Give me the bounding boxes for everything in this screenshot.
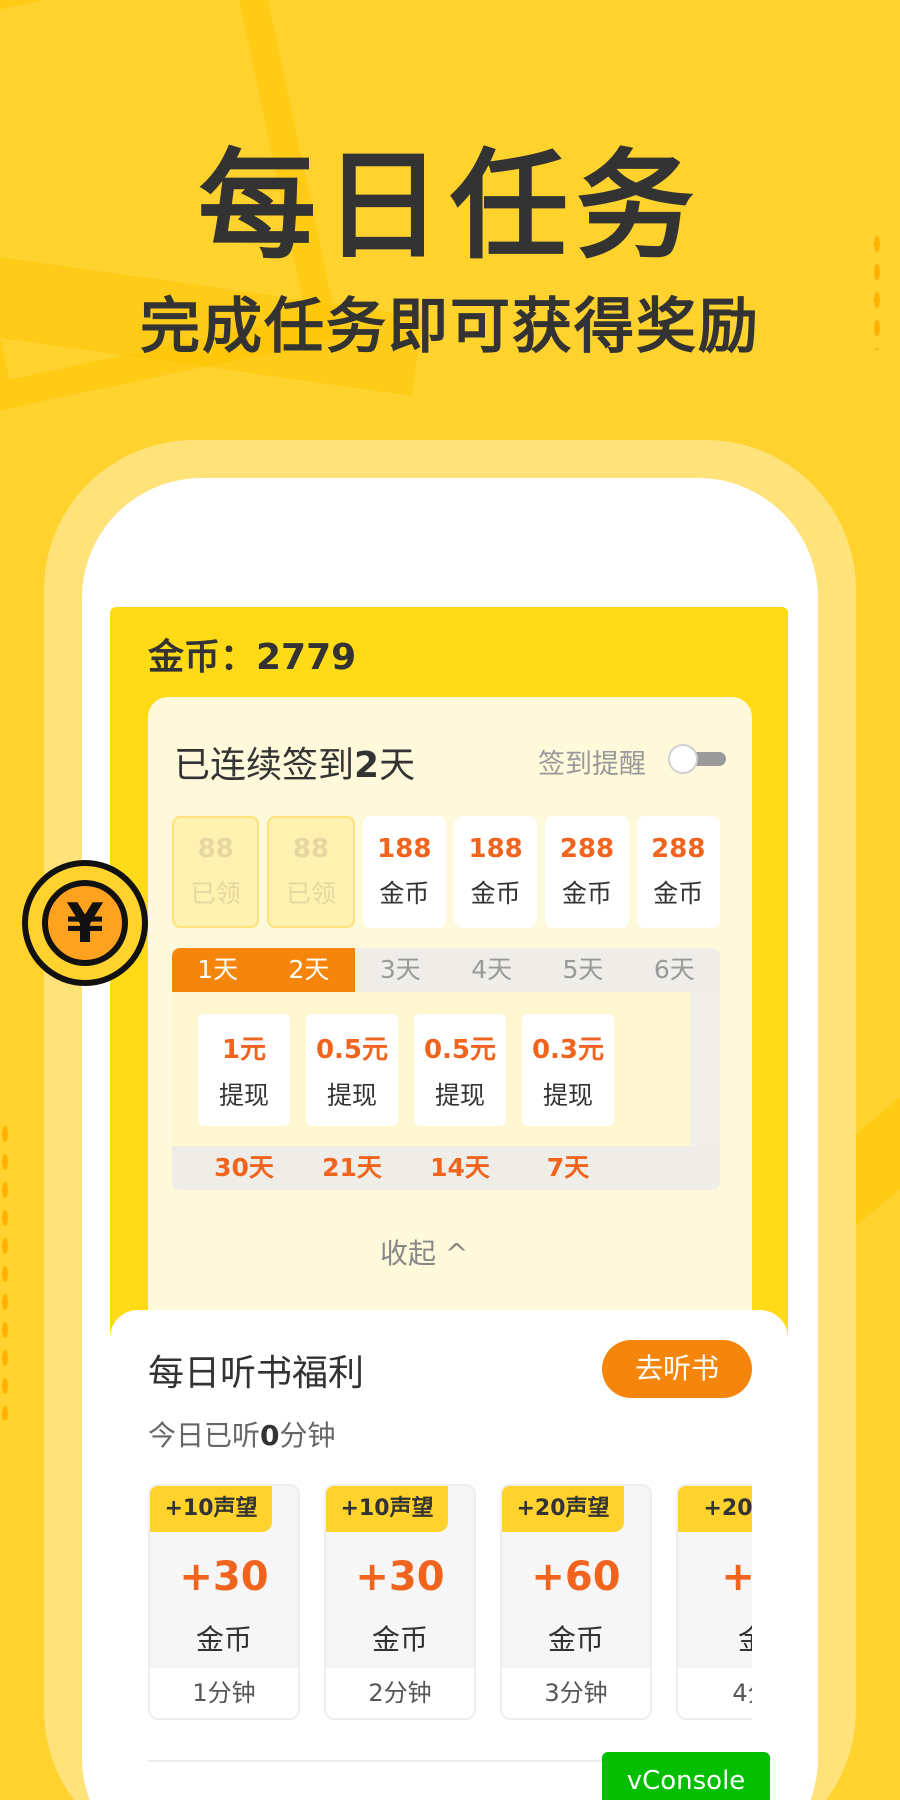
listening-reward-amount: +1 [721, 1554, 752, 1600]
listening-duration: 1分钟 [150, 1668, 298, 1718]
daily-reward-unit: 金币 [470, 879, 521, 908]
daily-reward-item[interactable]: 288 金币 [545, 816, 629, 928]
daily-reward-unit: 已领 [190, 879, 241, 908]
day-tab: 3天 [379, 955, 421, 984]
withdraw-streak-requirement: 21天 [322, 1153, 382, 1182]
daily-reward-amount: 288 [559, 834, 615, 864]
reputation-tag: +20声望 [502, 1486, 624, 1532]
withdraw-item[interactable]: 1元提现 [198, 1014, 290, 1126]
withdraw-streak-requirement: 7天 [546, 1153, 590, 1182]
daily-reward-unit: 金币 [561, 879, 612, 908]
yen-coin-icon: ¥ [22, 860, 148, 986]
listening-duration: 3分钟 [502, 1668, 650, 1718]
daily-reward-item: 88 已领 [267, 816, 355, 928]
signin-reminder-label: 签到提醒 [538, 749, 646, 780]
listening-reward-card[interactable]: +10声望 +30 金币 2分钟 [324, 1484, 476, 1720]
coin-balance: 金币：2779 [148, 637, 357, 678]
withdraw-label: 提现 [326, 1080, 377, 1110]
withdraw-list: 1元 提现 0.5元 提现 0.5元 提现 0.3元 提现 [172, 992, 690, 1146]
listening-reward-unit: 金币 [195, 1623, 252, 1656]
withdraw-amount: 0.5元 [423, 1034, 497, 1065]
withdraw-amount: 0.5元 [315, 1034, 389, 1065]
listening-duration: 4分 [678, 1668, 752, 1718]
daily-reward-amount: 188 [468, 834, 523, 864]
day-tabs: 1天 2天 3天 4天 5天 6天 [172, 948, 720, 992]
day-tab: 1天 [172, 948, 264, 992]
hero-subtitle: 完成任务即可获得奖励 [140, 292, 760, 362]
withdraw-item[interactable]: 0.5元提现 [306, 1014, 398, 1126]
withdraw-item[interactable]: 0.3元提现 [522, 1014, 614, 1126]
listening-reward-amount: +30 [355, 1554, 445, 1600]
daily-reward-unit: 已领 [285, 879, 336, 908]
daily-reward-item[interactable]: 188 金币 [453, 816, 538, 928]
daily-reward-unit: 金币 [379, 879, 430, 908]
signin-streak-title: 已连续签到2天 [174, 745, 416, 786]
listening-title: 每日听书福利 [148, 1353, 365, 1394]
daily-reward-item: 88 已领 [172, 816, 260, 928]
reputation-tag: +10声望 [150, 1486, 272, 1532]
day-tab: 6天 [653, 955, 695, 984]
hero-title: 每日任务 [197, 137, 702, 275]
listening-reward-unit: 金币 [371, 1623, 428, 1656]
daily-reward-unit: 金币 [653, 879, 704, 908]
withdraw-streak-requirement: 14天 [430, 1153, 490, 1182]
daily-reward-amount: 88 [292, 834, 330, 864]
daily-reward-amount: 188 [377, 834, 432, 864]
daily-reward-amount: 88 [197, 834, 234, 864]
signin-reminder-toggle[interactable] [668, 744, 728, 774]
listening-reward-card[interactable]: +10声望 +30 金币 1分钟 [148, 1484, 300, 1720]
day-tab: 4天 [471, 955, 513, 984]
withdraw-streak-row: 30天 21天 14天 7天 [172, 1146, 720, 1190]
toggle-knob [668, 744, 698, 774]
listening-reward-list[interactable]: +10声望 +30 金币 1分钟 +10声望 +30 金币 2分钟 +20声望 +60 金币 3分钟 +… [148, 1484, 752, 1724]
daily-reward-item[interactable]: 288 金币 [636, 816, 720, 928]
withdraw-item[interactable]: 0.5元提现 [414, 1014, 506, 1126]
vconsole-button[interactable]: vConsole [602, 1752, 770, 1800]
listening-reward-unit: 金币 [547, 1623, 604, 1656]
go-listen-button[interactable]: 去听书 [602, 1340, 752, 1398]
listening-reward-card[interactable]: +20声 +1 金 4分 [676, 1484, 752, 1720]
listening-reward-amount: +30 [179, 1554, 269, 1600]
withdraw-label: 提现 [434, 1080, 485, 1110]
daily-reward-list: 88 已领 88 已领 188 金币 188 金币 288 金币 288 金币 [172, 816, 720, 928]
withdraw-area: 1元 提现 0.5元 提现 0.5元 提现 0.3元 提现 [172, 992, 720, 1146]
daily-reward-amount: 288 [651, 834, 706, 864]
listened-today: 今日已听0分钟 [148, 1419, 336, 1452]
reputation-tag: +10声望 [326, 1486, 448, 1532]
reputation-tag: +20声 [678, 1486, 752, 1532]
daily-reward-item[interactable]: 188 金币 [362, 816, 446, 928]
day-tab: 2天 [263, 948, 355, 992]
withdraw-amount: 0.3元 [531, 1034, 605, 1065]
collapse-button[interactable]: 收起 ^ [380, 1232, 468, 1272]
day-tab: 5天 [562, 955, 604, 984]
withdraw-label: 提现 [218, 1080, 269, 1110]
listening-duration: 2分钟 [326, 1668, 474, 1718]
withdraw-label: 提现 [542, 1080, 593, 1110]
yen-coin-inner: ¥ [42, 880, 128, 966]
listening-reward-card[interactable]: +20声望 +60 金币 3分钟 [500, 1484, 652, 1720]
listening-reward-amount: +60 [531, 1554, 621, 1600]
background-dots-left [0, 1120, 10, 1420]
listening-reward-unit: 金 [678, 1618, 752, 1658]
withdraw-amount: 1元 [221, 1034, 267, 1065]
withdraw-streak-requirement: 30天 [214, 1153, 274, 1182]
